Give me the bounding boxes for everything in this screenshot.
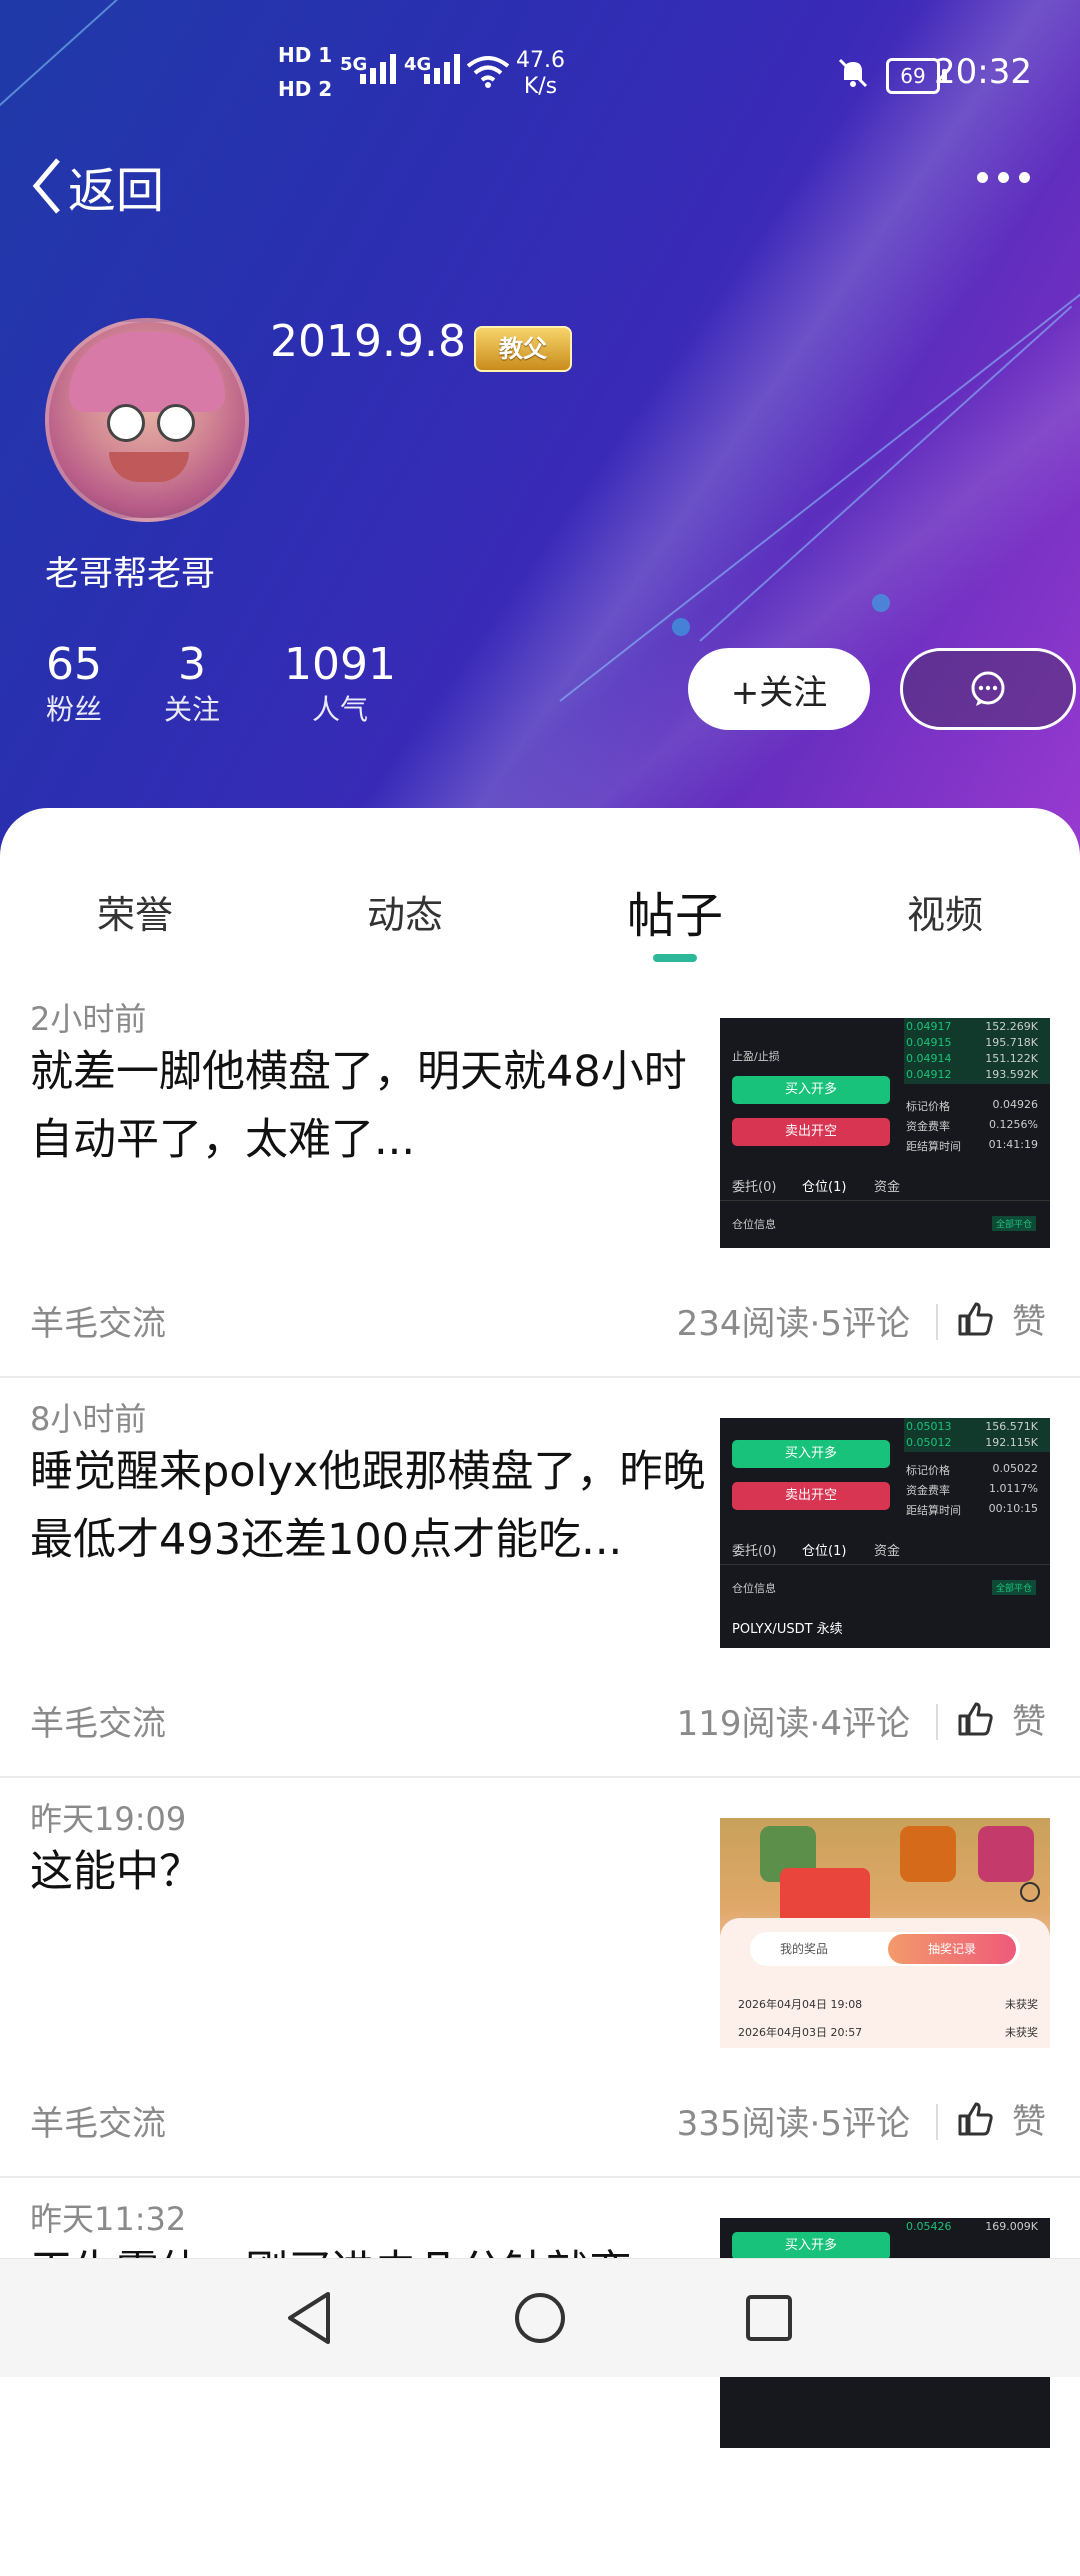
decor-beam [559,269,1080,702]
post-time: 8小时前 [30,1400,147,1438]
decor-dot [672,618,690,636]
post-title[interactable]: 就差一脚他横盘了，明天就48小时自动平了，太难了... [30,1038,714,1174]
hd-indicator: HD 1 HD 2 [278,43,333,101]
active-tab-indicator [653,954,697,962]
signal-icon [360,54,396,84]
post-category[interactable]: 羊毛交流 [30,2096,166,2145]
message-button[interactable] [900,648,1076,730]
battery-indicator: 69 [886,58,947,94]
stat-fans[interactable]: 65 粉丝 [38,640,110,730]
tab-honor[interactable]: 荣誉 [55,884,215,939]
thumbs-up-icon [958,1702,993,1735]
post-category[interactable]: 羊毛交流 [30,1296,166,1345]
back-button[interactable]: 返回 [30,150,164,222]
username: 2019.9.8 [270,316,466,367]
decor-dot [872,594,890,612]
network-speed: 47.6 K/s [516,48,565,99]
nav-recents-button[interactable] [734,2283,804,2353]
system-nav-bar [0,2258,1080,2377]
mute-bell-icon [836,56,870,98]
nickname: 老哥帮老哥 [45,554,215,594]
back-label: 返回 [68,163,165,219]
close-icon[interactable] [1020,1882,1040,1902]
chat-bubble-icon [971,671,1005,706]
post-time: 2小时前 [30,1000,147,1038]
thumbs-up-icon [958,1302,993,1335]
rank-badge: 教父 [474,326,572,372]
tab-activity[interactable]: 动态 [325,884,485,939]
post-thumbnail[interactable]: 我的奖品 抽奖记录 2026年04月04日 19:08 未获奖 2026年04月… [720,1818,1050,2048]
post-item[interactable]: 8小时前 睡觉醒来polyx他跟那横盘了，昨晚最低才493还差100点才能吃..… [0,1376,1080,1778]
tab-videos[interactable]: 视频 [865,884,1025,939]
status-bar: HD 1 HD 2 5G 4G 47.6 K/s 69 20:32 [0,0,1080,150]
clock: 20:32 [934,52,1032,92]
divider [936,2104,938,2140]
like-button[interactable]: 赞 [956,1294,1046,1343]
circle-home-icon [515,2293,565,2343]
square-recents-icon [746,2295,792,2341]
post-item[interactable]: 2小时前 就差一脚他横盘了，明天就48小时自动平了，太难了... 0.04917… [0,976,1080,1378]
post-stats: 119阅读·4评论 [676,1704,910,1744]
post-title[interactable]: 这能中？ [30,1838,714,1906]
post-thumbnail[interactable]: 0.04917 152.269K 0.04915 195.718K 0.04914 1… [720,1018,1050,1248]
post-stats: 335阅读·5评论 [676,2104,910,2144]
divider [936,1304,938,1340]
post-title[interactable]: 睡觉醒来polyx他跟那横盘了，昨晚最低才493还差100点才能吃... [30,1438,714,1574]
like-button[interactable]: 赞 [956,2094,1046,2143]
follow-button[interactable]: +关注 [688,648,870,730]
post-time: 昨天19:09 [30,1800,187,1838]
stat-popularity: 1091 人气 [284,639,396,727]
post-category[interactable]: 羊毛交流 [30,1696,166,1745]
triangle-back-icon [288,2292,330,2344]
signal-icon [424,54,460,84]
post-stats: 234阅读·5评论 [676,1304,910,1344]
more-options-button[interactable] [977,172,1030,183]
decor-beam [699,305,1073,642]
tab-bar: 荣誉 动态 帖子 视频 [0,870,1080,970]
tab-posts[interactable]: 帖子 [595,876,755,946]
thumbs-up-icon [958,2102,993,2135]
nav-home-button[interactable] [505,2283,575,2353]
post-thumbnail[interactable]: 0.05013 156.571K 0.05012 192.115K 买入开多 卖出开… [720,1418,1050,1648]
post-time: 昨天11:32 [30,2200,187,2238]
like-button[interactable]: 赞 [956,1694,1046,1743]
wifi-icon [466,56,510,88]
nav-back-button[interactable] [274,2283,344,2353]
chevron-left-icon [32,158,60,214]
avatar[interactable] [45,318,249,522]
stat-following[interactable]: 3 关注 [156,640,228,730]
divider [936,1704,938,1740]
post-item[interactable]: 昨天19:09 这能中？ 我的奖品 抽奖记录 2026年04月04日 19:08… [0,1776,1080,2178]
